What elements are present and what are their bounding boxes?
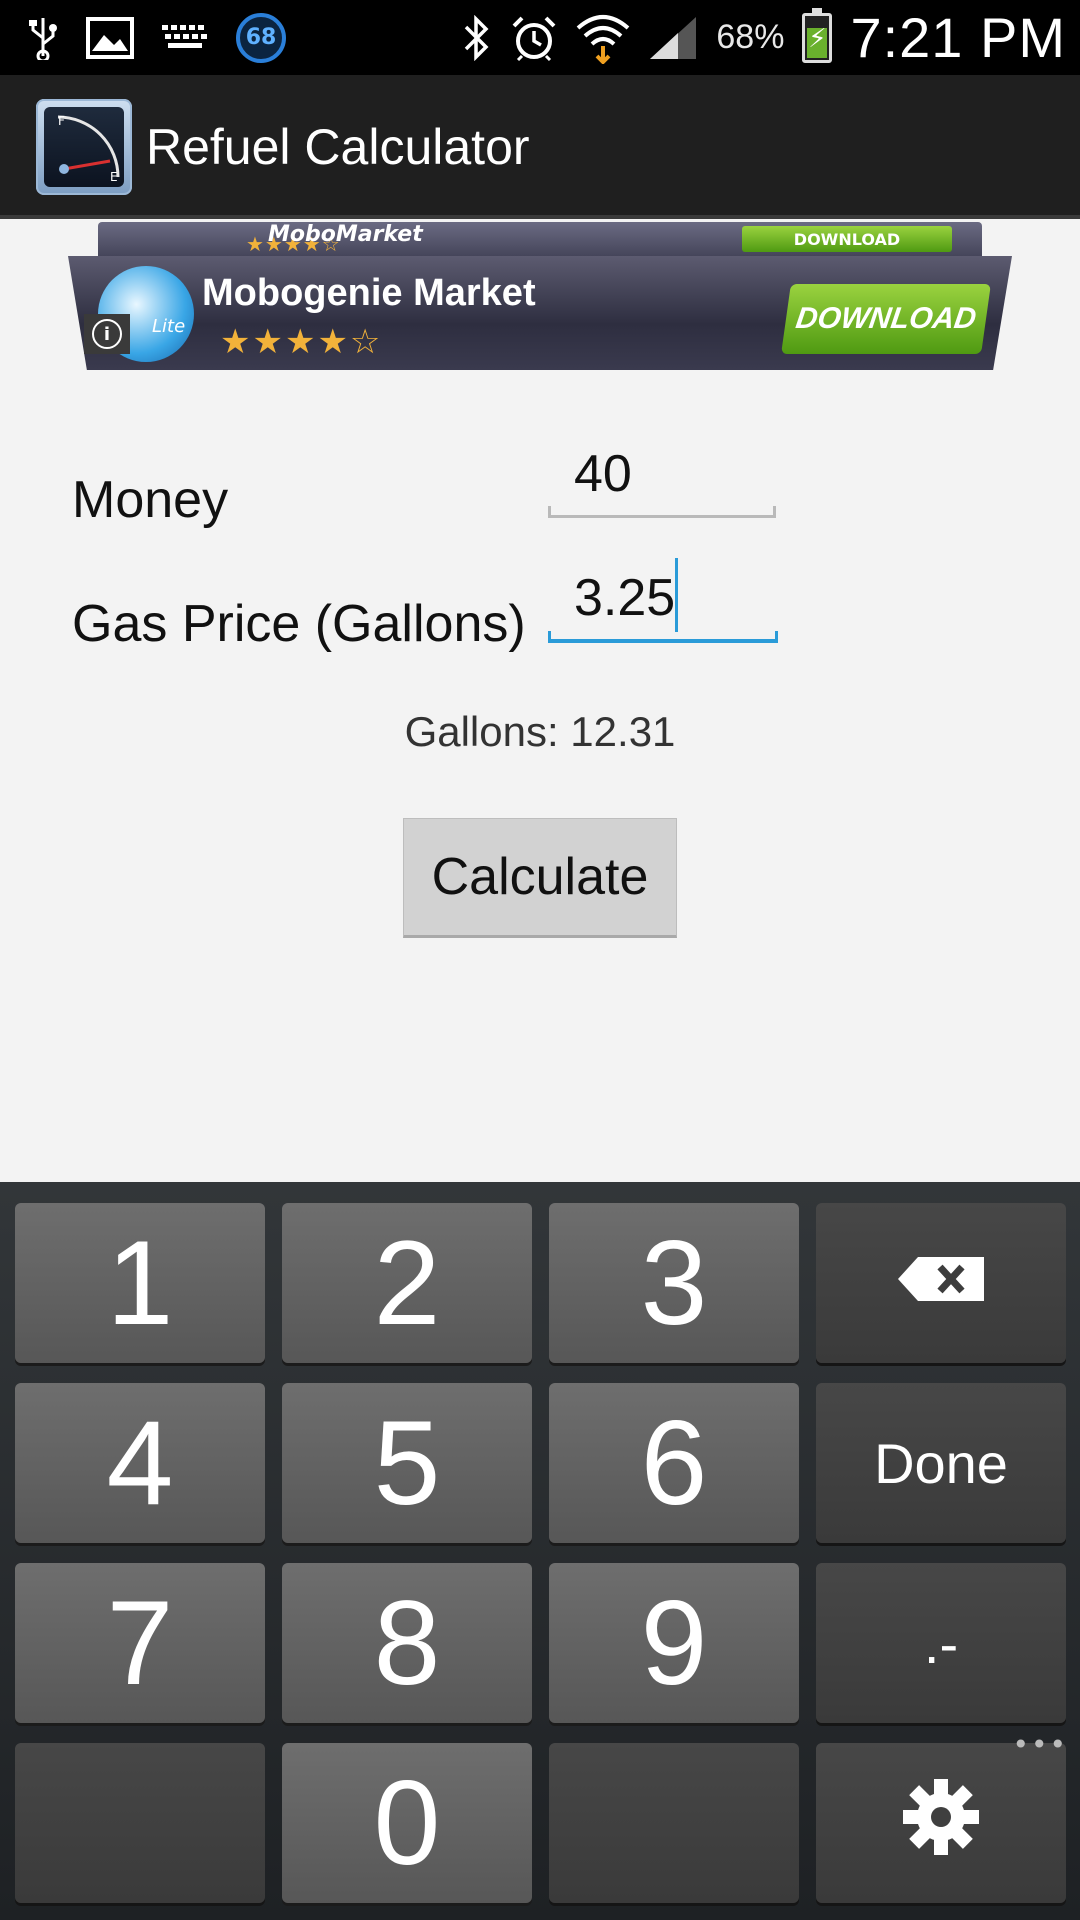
fuel-gauge-icon[interactable]: F E	[36, 99, 132, 195]
blank-key-left	[15, 1743, 265, 1903]
usb-icon	[28, 16, 58, 60]
key-5[interactable]: 5	[282, 1383, 532, 1543]
ad-top-strip: ★★★★☆ MoboMarket DOWNLOAD	[98, 222, 982, 256]
blank-key-right	[549, 1743, 799, 1903]
battery-charging-icon: ⚡	[802, 7, 833, 63]
more-options-icon[interactable]: •••	[1012, 1728, 1068, 1761]
notification-badge: 68	[236, 12, 286, 63]
gas-price-input[interactable]	[548, 557, 776, 639]
key-3[interactable]: 3	[549, 1203, 799, 1363]
money-label: Money	[72, 471, 229, 529]
battery-percent: 68%	[716, 18, 785, 56]
action-bar: F E Refuel Calculator	[0, 75, 1080, 219]
ad-info-glyph: i	[92, 319, 122, 349]
key-0[interactable]: 0	[282, 1743, 532, 1903]
key-8[interactable]: 8	[282, 1563, 532, 1723]
gas-price-label: Gas Price (Gallons)	[72, 595, 526, 653]
alarm-icon	[510, 14, 558, 62]
gallons-result: Gallons: 12.31	[404, 708, 676, 755]
clock: 7:21 PM	[850, 6, 1066, 69]
keyboard-icon	[162, 23, 208, 53]
ad-title: Mobogenie Market	[202, 272, 536, 314]
bluetooth-icon	[462, 14, 492, 61]
decimal-minus-key[interactable]: .-	[816, 1563, 1066, 1723]
key-4[interactable]: 4	[15, 1383, 265, 1543]
ad-banner[interactable]: ★★★★☆ MoboMarket DOWNLOAD Lite i Mobogen…	[68, 222, 1012, 370]
ad-small-title: MoboMarket	[268, 222, 423, 247]
text-cursor	[675, 558, 678, 632]
done-key[interactable]: Done	[816, 1383, 1066, 1543]
ad-rating-stars: ★★★★☆	[220, 322, 383, 362]
calculate-button[interactable]: Calculate	[403, 818, 677, 938]
svg-text:F: F	[58, 114, 65, 128]
money-input[interactable]	[548, 433, 776, 515]
ad-info-icon[interactable]: i	[84, 314, 130, 354]
ad-logo-text: Lite	[152, 316, 186, 337]
image-icon	[86, 16, 134, 59]
key-7[interactable]: 7	[15, 1563, 265, 1723]
money-input-underline	[548, 506, 776, 518]
ad-small-download-button[interactable]: DOWNLOAD	[742, 226, 952, 252]
key-1[interactable]: 1	[15, 1203, 265, 1363]
svg-text:E: E	[110, 170, 118, 184]
signal-icon	[648, 15, 698, 61]
gear-icon	[901, 1777, 981, 1870]
ad-download-button[interactable]: DOWNLOAD	[781, 284, 991, 354]
backspace-key[interactable]	[816, 1203, 1066, 1363]
backspace-icon	[896, 1251, 986, 1316]
key-9[interactable]: 9	[549, 1563, 799, 1723]
gas-price-input-underline	[548, 631, 778, 643]
keyboard-settings-key[interactable]	[816, 1743, 1066, 1903]
wifi-icon	[576, 12, 630, 64]
app-title: Refuel Calculator	[146, 119, 530, 175]
status-bar: 68 68% ⚡ 7:21 PM	[0, 0, 1080, 75]
key-2[interactable]: 2	[282, 1203, 532, 1363]
key-6[interactable]: 6	[549, 1383, 799, 1543]
